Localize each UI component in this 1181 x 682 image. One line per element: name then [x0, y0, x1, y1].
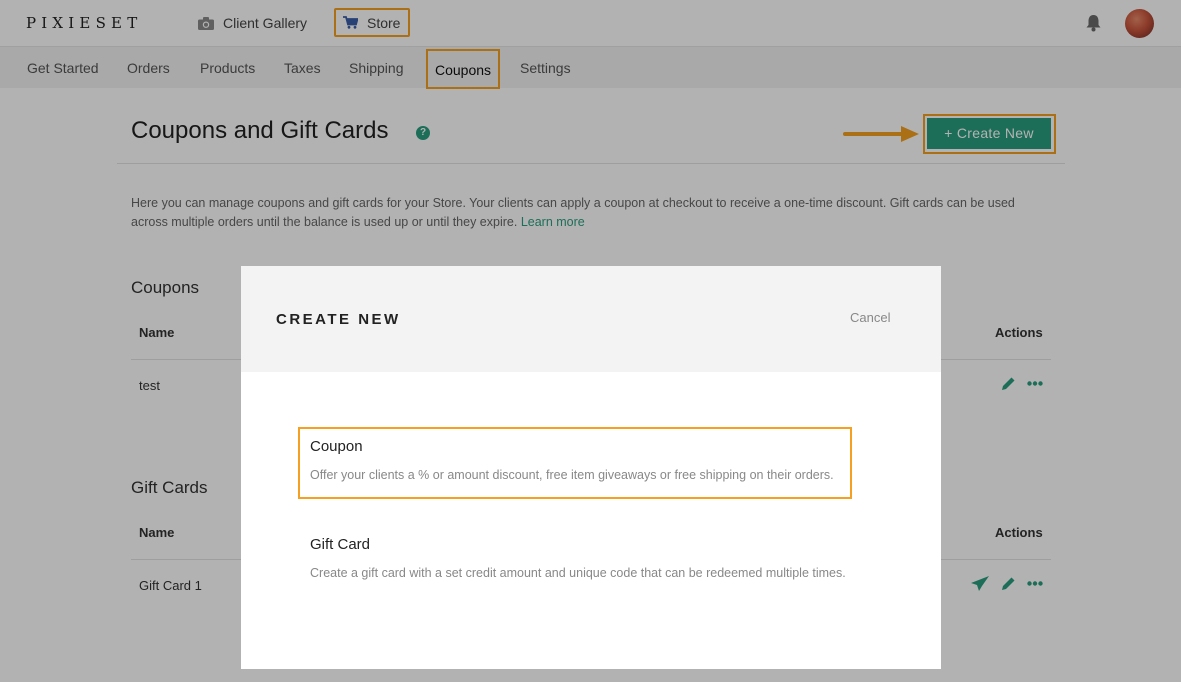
coupon-option[interactable]: Coupon — [310, 438, 363, 455]
coupon-option-description[interactable]: Offer your clients a % or amount discoun… — [310, 468, 834, 482]
create-new-modal: CREATE NEW Cancel Coupon Offer your clie… — [241, 266, 941, 669]
coupon-option-highlight — [298, 427, 852, 499]
gift-card-option[interactable]: Gift Card — [310, 536, 370, 553]
modal-header: CREATE NEW Cancel — [241, 266, 941, 372]
cancel-button[interactable]: Cancel — [850, 310, 890, 325]
gift-card-option-description[interactable]: Create a gift card with a set credit amo… — [310, 566, 846, 580]
modal-title: CREATE NEW — [276, 311, 401, 328]
